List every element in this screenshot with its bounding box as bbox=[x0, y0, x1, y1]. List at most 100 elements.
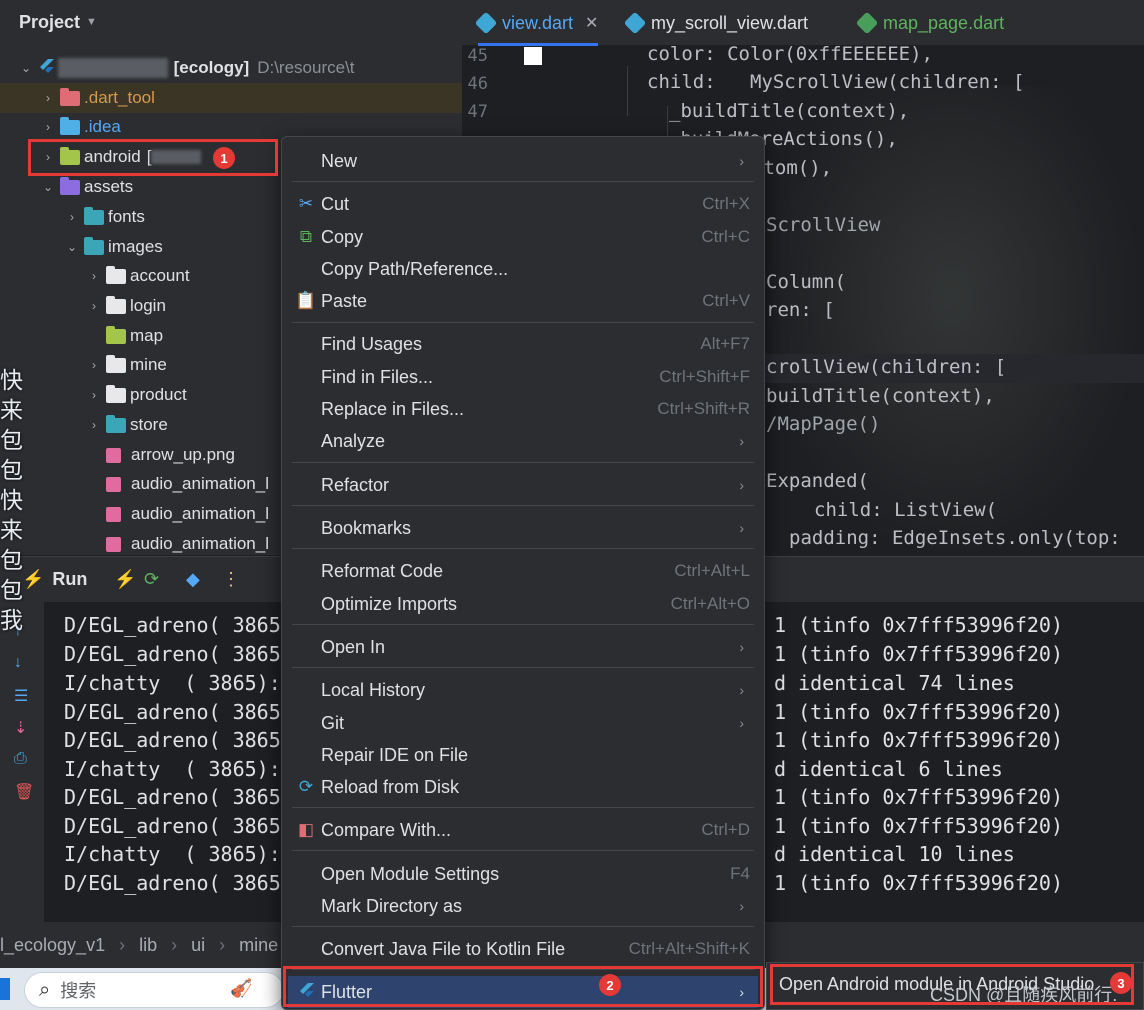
code-line: crollView(children: [ bbox=[766, 356, 1007, 378]
log-line: 1 (tinfo 0x7fff53996f20) bbox=[774, 613, 1063, 637]
submenu-arrow-icon: › bbox=[739, 639, 744, 655]
menu-item-git[interactable]: Git › bbox=[288, 707, 758, 739]
expand-arrow-icon[interactable]: › bbox=[86, 299, 102, 313]
code-line: /MapPage() bbox=[766, 413, 881, 435]
close-icon[interactable]: ✕ bbox=[585, 13, 598, 33]
menu-item-convert-java-to-kotlin[interactable]: Convert Java File to Kotlin File Ctrl+Al… bbox=[288, 933, 758, 965]
expand-arrow-icon[interactable]: › bbox=[64, 210, 80, 224]
copy-icon: ⧉ bbox=[299, 227, 313, 246]
tree-item-label: audio_animation_l bbox=[131, 504, 269, 523]
font-folder-icon bbox=[84, 206, 104, 225]
breadcrumb-item[interactable]: lib bbox=[139, 935, 157, 956]
menu-item-copy-path[interactable]: Copy Path/Reference... bbox=[288, 253, 758, 285]
log-line: 1 (tinfo 0x7fff53996f20) bbox=[774, 642, 1063, 666]
arrow-down-icon[interactable]: ↓ bbox=[14, 654, 22, 672]
menu-item-compare-with[interactable]: ◧ Compare With... Ctrl+D bbox=[288, 814, 758, 846]
menu-item-find-in-files[interactable]: Find in Files... Ctrl+Shift+F bbox=[288, 361, 758, 393]
tree-item-label: store bbox=[130, 415, 168, 434]
project-view-selector[interactable]: Project ▼ bbox=[0, 0, 462, 44]
tab-map-page[interactable]: map_page.dart bbox=[855, 0, 1005, 46]
annotation-box bbox=[770, 964, 1134, 1005]
menu-item-replace-in-files[interactable]: Replace in Files... Ctrl+Shift+R bbox=[288, 393, 758, 425]
tree-item-label: .idea bbox=[84, 117, 121, 136]
menu-item-open-module-settings[interactable]: Open Module Settings F4 bbox=[288, 858, 758, 890]
expand-arrow-icon[interactable]: › bbox=[86, 358, 102, 372]
menu-item-analyze[interactable]: Analyze › bbox=[288, 425, 758, 457]
menu-item-reload-from-disk[interactable]: ⟳ Reload from Disk bbox=[288, 771, 758, 803]
tree-root[interactable]: ⌄ tu_ecology_v1 [ecology] D:\resource\t bbox=[0, 53, 462, 83]
tree-item-label: audio_animation_l bbox=[131, 474, 269, 493]
submenu-arrow-icon: › bbox=[739, 898, 744, 914]
breadcrumb-item[interactable]: l_ecology_v1 bbox=[0, 935, 105, 956]
log-line: D/EGL_adreno( 3865 bbox=[64, 700, 281, 724]
log-line: D/EGL_adreno( 3865 bbox=[64, 728, 281, 752]
print-icon[interactable]: ⎙ bbox=[14, 750, 27, 768]
dart-file-icon bbox=[623, 11, 647, 35]
tab-label: map_page.dart bbox=[883, 12, 1005, 33]
menu-item-open-in[interactable]: Open In › bbox=[288, 631, 758, 663]
folder-icon bbox=[106, 325, 126, 344]
lightning-icon[interactable]: ⚡ bbox=[114, 569, 136, 590]
overlay-text: 快来包包快来包包我 bbox=[0, 367, 23, 633]
code-line: color: Color(0xffEEEEEE), bbox=[647, 46, 933, 65]
compare-icon: ◧ bbox=[297, 820, 315, 839]
context-menu: New › ✂ Cut Ctrl+X ⧉ Copy Ctrl+C Copy Pa… bbox=[281, 136, 765, 1010]
log-line: D/EGL_adreno( 3865 bbox=[64, 814, 281, 838]
breadcrumb-item[interactable]: ui bbox=[191, 935, 205, 956]
breadcrumb-item[interactable]: mine bbox=[239, 935, 278, 956]
menu-item-copy[interactable]: ⧉ Copy Ctrl+C bbox=[288, 221, 758, 253]
menu-item-local-history[interactable]: Local History › bbox=[288, 674, 758, 706]
collapse-arrow-icon[interactable]: ⌄ bbox=[40, 180, 56, 194]
expand-arrow-icon[interactable]: › bbox=[86, 418, 102, 432]
collapse-arrow-icon[interactable]: ⌄ bbox=[64, 240, 80, 254]
submenu-arrow-icon: › bbox=[739, 477, 744, 493]
hot-restart-icon[interactable]: ⟳ bbox=[144, 569, 159, 590]
expand-arrow-icon[interactable]: › bbox=[86, 269, 102, 283]
soft-wrap-icon[interactable]: ☰ bbox=[14, 686, 28, 706]
menu-item-find-usages[interactable]: Find Usages Alt+F7 bbox=[288, 328, 758, 360]
chevron-right-icon: › bbox=[171, 934, 178, 955]
menu-item-bookmarks[interactable]: Bookmarks › bbox=[288, 512, 758, 544]
log-line: 1 (tinfo 0x7fff53996f20) bbox=[774, 785, 1063, 809]
code-line: _buildTitle(context), bbox=[669, 100, 910, 122]
menu-item-paste[interactable]: 📋 Paste Ctrl+V bbox=[288, 285, 758, 317]
trash-icon[interactable]: 🗑 bbox=[14, 782, 34, 802]
menu-item-cut[interactable]: ✂ Cut Ctrl+X bbox=[288, 188, 758, 220]
menu-item-refactor[interactable]: Refactor › bbox=[288, 469, 758, 501]
tab-view-dart[interactable]: view.dart ✕ bbox=[474, 0, 599, 46]
run-side-toolbar: ↑ ↓ ☰ ⇣ ⎙ 🗑 bbox=[0, 602, 44, 922]
tree-item-dart-tool[interactable]: › .dart_tool bbox=[0, 83, 462, 113]
menu-item-repair-ide[interactable]: Repair IDE on File bbox=[288, 739, 758, 771]
tree-item-label: .dart_tool bbox=[84, 88, 155, 107]
code-line: padding: EdgeInsets.only(top: bbox=[789, 527, 1121, 549]
scroll-to-end-icon[interactable]: ⇣ bbox=[14, 718, 27, 738]
folder-icon bbox=[60, 176, 80, 195]
tab-my-scroll-view[interactable]: my_scroll_view.dart bbox=[623, 0, 809, 46]
expand-arrow-icon[interactable]: › bbox=[40, 91, 56, 105]
annotation-badge: 2 bbox=[599, 974, 621, 996]
root-path: D:\resource\t bbox=[257, 58, 355, 77]
code-line: ren: [ bbox=[766, 299, 835, 321]
tree-item-label: mine bbox=[130, 355, 167, 374]
image-file-icon bbox=[106, 447, 121, 463]
flutter-module-icon bbox=[40, 59, 54, 73]
tab-label: my_scroll_view.dart bbox=[651, 12, 809, 33]
more-options-icon[interactable]: ⋮ bbox=[222, 569, 240, 590]
expand-arrow-icon[interactable]: ⌄ bbox=[18, 61, 34, 75]
expand-arrow-icon[interactable]: › bbox=[86, 388, 102, 402]
expand-arrow-icon[interactable]: › bbox=[40, 120, 56, 134]
tree-item-label: account bbox=[130, 266, 190, 285]
menu-item-mark-directory[interactable]: Mark Directory as › bbox=[288, 890, 758, 922]
menu-item-optimize-imports[interactable]: Optimize Imports Ctrl+Alt+O bbox=[288, 588, 758, 620]
log-line: I/chatty ( 3865): bbox=[64, 671, 281, 695]
line-number: 47 bbox=[467, 102, 488, 122]
log-line: I/chatty ( 3865): bbox=[64, 842, 281, 866]
dart-file-icon bbox=[474, 11, 498, 35]
menu-item-reformat-code[interactable]: Reformat Code Ctrl+Alt+L bbox=[288, 555, 758, 587]
devtools-icon[interactable]: ◆ bbox=[186, 569, 200, 590]
windows-start-icon[interactable] bbox=[0, 978, 10, 1000]
run-tab[interactable]: ⚡ Run bbox=[22, 569, 87, 590]
menu-item-new[interactable]: New › bbox=[288, 145, 758, 177]
editor-tab-bar: view.dart ✕ my_scroll_view.dart map_page… bbox=[462, 0, 1144, 46]
image-file-icon bbox=[106, 506, 121, 522]
